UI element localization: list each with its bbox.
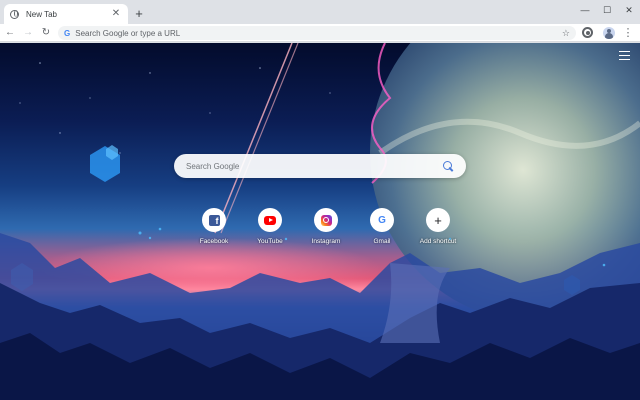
close-window-button[interactable]: ✕ — [618, 0, 640, 20]
facebook-icon: f — [208, 214, 220, 226]
minimize-button[interactable]: — — [574, 0, 596, 20]
shortcut-gmail[interactable]: G Gmail — [354, 208, 410, 245]
browser-toolbar: ← → ↻ G ☆ ⋮ — [0, 24, 640, 42]
tab-strip: New Tab ✕ + — ☐ ✕ — [0, 0, 640, 24]
shortcut-tile[interactable]: f — [202, 208, 226, 232]
shortcut-label: Gmail — [373, 238, 391, 245]
google-icon: G — [378, 214, 386, 226]
new-tab-page: f Facebook YouTube Instagram G Gmail + — [0, 43, 640, 400]
window-controls: — ☐ ✕ — [574, 0, 640, 20]
tab-title: New Tab — [26, 9, 57, 19]
extension-icon[interactable] — [582, 27, 593, 38]
shortcut-label: YouTube — [257, 238, 283, 245]
search-box[interactable] — [174, 154, 466, 178]
shortcut-facebook[interactable]: f Facebook — [186, 208, 242, 245]
shortcuts-grid: f Facebook YouTube Instagram G Gmail + A… — [186, 208, 466, 245]
globe-icon — [10, 9, 19, 19]
omnibox[interactable]: G ☆ — [58, 26, 576, 40]
shortcut-tile[interactable]: G — [370, 208, 394, 232]
bookmark-star-icon[interactable]: ☆ — [562, 28, 570, 39]
forward-button[interactable]: → — [20, 25, 36, 41]
close-tab-icon[interactable]: ✕ — [110, 9, 122, 19]
shortcut-tile[interactable] — [258, 208, 282, 232]
address-bar-input[interactable] — [75, 27, 562, 39]
shortcut-label: Facebook — [199, 238, 229, 245]
shortcut-label: Instagram — [311, 238, 341, 245]
plus-icon: + — [434, 212, 442, 228]
add-shortcut-button[interactable]: + — [426, 208, 450, 232]
instagram-icon — [320, 214, 332, 226]
search-icon[interactable] — [443, 160, 454, 172]
new-tab-button[interactable]: + — [132, 7, 146, 21]
tab-new-tab[interactable]: New Tab ✕ — [4, 4, 128, 24]
customize-menu-icon[interactable] — [619, 51, 630, 60]
reload-button[interactable]: ↻ — [38, 25, 54, 41]
profile-avatar[interactable] — [603, 27, 615, 39]
back-button[interactable]: ← — [2, 25, 18, 41]
shortcut-label: Add shortcut — [419, 238, 457, 245]
search-input[interactable] — [186, 161, 443, 171]
youtube-icon — [264, 215, 276, 225]
browser-menu-button[interactable]: ⋮ — [622, 26, 634, 40]
shortcut-add[interactable]: + Add shortcut — [410, 208, 466, 245]
shortcut-youtube[interactable]: YouTube — [242, 208, 298, 245]
google-icon: G — [64, 28, 71, 38]
maximize-button[interactable]: ☐ — [596, 0, 618, 20]
shortcut-tile[interactable] — [314, 208, 338, 232]
shortcut-instagram[interactable]: Instagram — [298, 208, 354, 245]
